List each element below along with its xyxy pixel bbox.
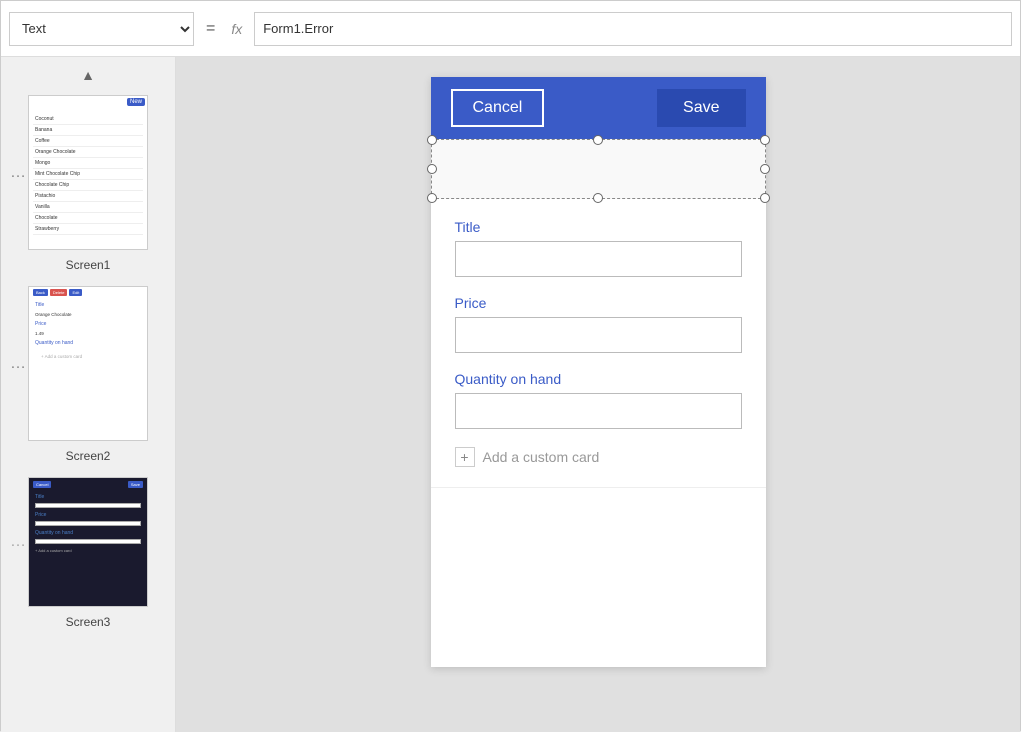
quantity-field-group: Quantity on hand	[455, 371, 742, 429]
price-label: Price	[455, 295, 742, 311]
left-panel: ▲ … New Coconut Banana Coffee Orange Cho…	[1, 57, 176, 732]
s3-content: Title Price Quantity on hand + Add a cus…	[29, 491, 147, 556]
screen1-label: Screen1	[66, 258, 111, 272]
scroll-up-button[interactable]: ▲	[1, 65, 175, 89]
canvas-area: Cancel Save Title	[176, 57, 1020, 732]
handle-top-middle[interactable]	[593, 135, 603, 145]
property-selector[interactable]: Text	[9, 12, 194, 46]
screen3-label: Screen3	[66, 615, 111, 629]
plus-icon: +	[455, 447, 475, 467]
handle-bottom-middle[interactable]	[593, 193, 603, 203]
formula-bar[interactable]	[254, 12, 1012, 46]
form-footer	[431, 487, 766, 667]
selection-container[interactable]	[431, 139, 766, 199]
main-layout: ▲ … New Coconut Banana Coffee Orange Cho…	[1, 57, 1020, 732]
screen3-thumbnail[interactable]: Cancel Save Title Price Quantity on hand…	[28, 477, 148, 607]
toolbar: Text = fx	[1, 1, 1020, 57]
screen1-new-badge: New	[127, 98, 145, 106]
price-input[interactable]	[455, 317, 742, 353]
handle-bottom-right[interactable]	[760, 193, 770, 203]
add-custom-card[interactable]: + Add a custom card	[455, 447, 742, 467]
screen1-menu-dots[interactable]: …	[10, 164, 27, 182]
s2-back-btn: Back	[33, 289, 48, 296]
screen1-thumbnail[interactable]: New Coconut Banana Coffee Orange Chocola…	[28, 95, 148, 250]
screen2-thumbnail[interactable]: Back Delete Edit Title Orange Chocolate …	[28, 286, 148, 441]
form-body: Title Price Quantity on hand + Add a cus…	[431, 199, 766, 487]
s3-cancel-btn: Cancel	[33, 481, 51, 488]
s2-delete-btn: Delete	[50, 289, 68, 296]
form-header: Cancel Save	[431, 77, 766, 139]
handle-middle-right[interactable]	[760, 164, 770, 174]
handle-top-right[interactable]	[760, 135, 770, 145]
title-label: Title	[455, 219, 742, 235]
title-field-group: Title	[455, 219, 742, 277]
form-preview: Cancel Save Title	[431, 77, 766, 667]
quantity-input[interactable]	[455, 393, 742, 429]
title-input[interactable]	[455, 241, 742, 277]
screen2-menu-dots[interactable]: …	[10, 355, 27, 373]
handle-top-left[interactable]	[427, 135, 437, 145]
add-custom-card-label: Add a custom card	[483, 449, 600, 465]
equals-symbol: =	[202, 20, 219, 38]
form-cancel-button[interactable]: Cancel	[451, 89, 545, 127]
screen3-menu-dots[interactable]: …	[10, 533, 27, 551]
handle-middle-left[interactable]	[427, 164, 437, 174]
price-field-group: Price	[455, 295, 742, 353]
s3-save-btn: Save	[128, 481, 143, 488]
quantity-label: Quantity on hand	[455, 371, 742, 387]
s2-content: Title Orange Chocolate Price 1.49 Quanti…	[29, 298, 147, 363]
fx-symbol: fx	[227, 21, 246, 37]
screen1-list: Coconut Banana Coffee Orange Chocolate M…	[29, 96, 147, 239]
handle-bottom-left[interactable]	[427, 193, 437, 203]
s2-edit-btn: Edit	[69, 289, 82, 296]
form-save-button[interactable]: Save	[657, 89, 745, 127]
screen2-label: Screen2	[66, 449, 111, 463]
